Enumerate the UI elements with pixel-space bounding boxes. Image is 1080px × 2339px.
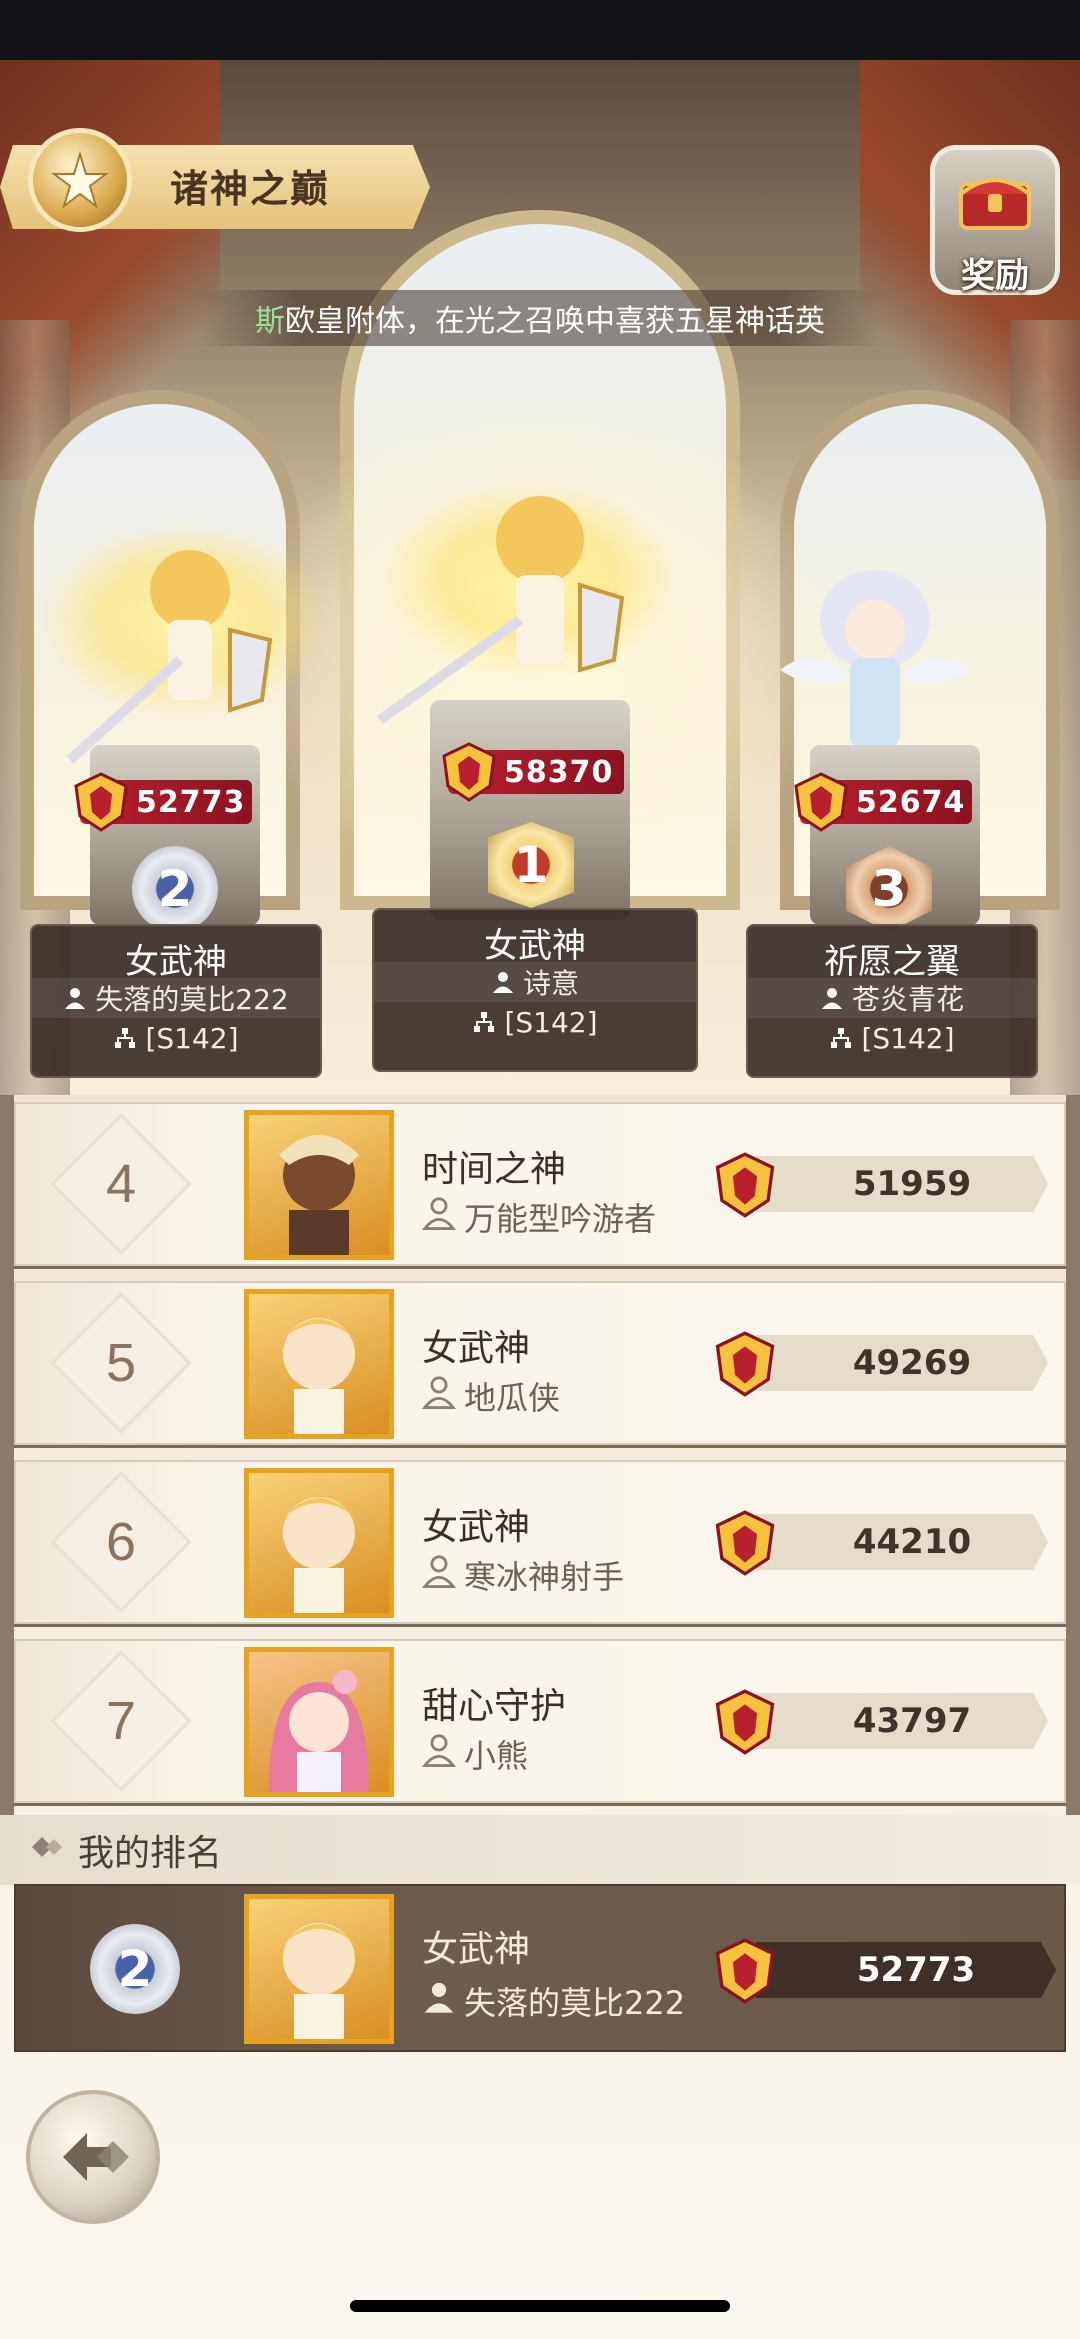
server-tag: [S142] bbox=[145, 1021, 239, 1055]
power-value: 58370 bbox=[504, 754, 614, 790]
rank-number: 4 bbox=[105, 1154, 137, 1214]
combat-power-icon bbox=[715, 1938, 775, 2004]
power-tag-rank3: 52674 bbox=[794, 772, 972, 832]
back-arrow-icon bbox=[63, 2133, 129, 2181]
diamond-arrow-icon bbox=[24, 1830, 64, 1871]
power-value: 43797 bbox=[852, 1701, 972, 1741]
combat-power-icon bbox=[715, 1689, 775, 1755]
player-name: 失落的莫比222 bbox=[95, 983, 289, 1016]
user-icon bbox=[491, 970, 515, 994]
server-tag: [S142] bbox=[504, 1005, 598, 1039]
rank-medal-1: 1 bbox=[488, 822, 574, 908]
power-value: 52674 bbox=[856, 784, 966, 820]
podium-card-rank2[interactable]: 女武神 失落的莫比222 [S142] bbox=[30, 924, 322, 1078]
rank-medal-2: 2 bbox=[132, 846, 218, 932]
combat-power-icon bbox=[715, 1331, 775, 1397]
hero-portrait[interactable] bbox=[244, 1468, 394, 1618]
reward-label: 奖励 bbox=[961, 256, 1029, 296]
power-value: 52773 bbox=[136, 784, 246, 820]
hero-portrait[interactable] bbox=[244, 1289, 394, 1439]
user-icon bbox=[421, 1733, 457, 1775]
rank-medal-2: 2 bbox=[90, 1924, 180, 2014]
rank-number: 6 bbox=[105, 1512, 137, 1572]
podium-card-rank1[interactable]: 女武神 诗意 [S142] bbox=[372, 908, 698, 1072]
hero-name: 甜心守护 bbox=[422, 1686, 567, 1727]
announcement-marquee: 斯欧皇附体，在光之召唤中喜获五星神话英 bbox=[200, 290, 880, 346]
crown-emblem-icon bbox=[28, 128, 132, 232]
power-tag-rank2: 52773 bbox=[74, 772, 252, 832]
power-bar: 51959 bbox=[756, 1156, 1048, 1212]
page-title: 诸神之巅 bbox=[170, 167, 331, 211]
announcement-text: 欧皇附体，在光之召唤中喜获五星神话英 bbox=[285, 304, 825, 339]
power-bar: 52773 bbox=[756, 1942, 1056, 1998]
user-icon bbox=[421, 1196, 457, 1238]
hero-name: 女武神 bbox=[125, 942, 227, 982]
user-icon bbox=[63, 986, 87, 1010]
hero-portrait[interactable] bbox=[244, 1110, 394, 1260]
rank-number: 7 bbox=[105, 1691, 137, 1751]
player-name: 小熊 bbox=[464, 1737, 529, 1775]
treasure-chest-icon bbox=[959, 178, 1031, 230]
back-button[interactable] bbox=[26, 2090, 160, 2224]
power-value: 49269 bbox=[852, 1343, 972, 1383]
hero-portrait[interactable] bbox=[244, 1647, 394, 1797]
power-value: 52773 bbox=[856, 1950, 976, 1990]
player-name: 失落的莫比222 bbox=[464, 1984, 686, 2022]
hero-name: 女武神 bbox=[422, 1507, 531, 1548]
power-bar: 43797 bbox=[756, 1693, 1048, 1749]
server-icon bbox=[829, 1026, 853, 1050]
combat-power-icon bbox=[794, 772, 848, 832]
ranking-row[interactable]: 4 时间之神 万能型吟游者 51959 bbox=[14, 1102, 1066, 1266]
announcement-highlight: 斯 bbox=[255, 304, 285, 339]
rank-number: 5 bbox=[105, 1333, 137, 1393]
player-name: 诗意 bbox=[522, 967, 579, 1000]
user-icon bbox=[421, 1375, 457, 1417]
list-frame-right bbox=[1066, 1095, 1080, 1815]
combat-power-icon bbox=[442, 742, 496, 802]
hero-name: 女武神 bbox=[484, 926, 586, 966]
combat-power-icon bbox=[715, 1510, 775, 1576]
power-value: 51959 bbox=[852, 1164, 972, 1204]
my-rank-row[interactable]: 2 女武神 失落的莫比222 52773 bbox=[14, 1884, 1066, 2052]
hero-name: 祈愿之翼 bbox=[824, 942, 960, 982]
hero-name: 女武神 bbox=[422, 1929, 531, 1970]
combat-power-icon bbox=[715, 1152, 775, 1218]
hero-sprite-rank3[interactable] bbox=[750, 560, 1000, 770]
hero-name: 女武神 bbox=[422, 1328, 531, 1369]
power-value: 44210 bbox=[852, 1522, 972, 1562]
user-icon bbox=[422, 1980, 456, 2022]
hero-sprite-rank2[interactable] bbox=[40, 480, 330, 780]
ranking-row[interactable]: 6 女武神 寒冰神射手 44210 bbox=[14, 1460, 1066, 1624]
home-indicator[interactable] bbox=[350, 2300, 730, 2312]
server-tag: [S142] bbox=[861, 1021, 955, 1055]
combat-power-icon bbox=[74, 772, 128, 832]
user-icon bbox=[421, 1554, 457, 1596]
my-rank-header: 我的排名 bbox=[0, 1815, 1080, 1885]
power-bar: 44210 bbox=[756, 1514, 1048, 1570]
server-icon bbox=[472, 1010, 496, 1034]
user-icon bbox=[820, 986, 844, 1010]
hero-portrait[interactable] bbox=[244, 1894, 394, 2044]
podium-card-rank3[interactable]: 祈愿之翼 苍炎青花 [S142] bbox=[746, 924, 1038, 1078]
ranking-row[interactable]: 5 女武神 地瓜侠 49269 bbox=[14, 1281, 1066, 1445]
my-rank-label: 我的排名 bbox=[78, 1833, 223, 1874]
player-name: 地瓜侠 bbox=[464, 1379, 561, 1417]
ranking-row[interactable]: 7 甜心守护 小熊 43797 bbox=[14, 1639, 1066, 1803]
status-bar bbox=[0, 0, 1080, 60]
server-icon bbox=[113, 1026, 137, 1050]
list-frame-left bbox=[0, 1095, 14, 1815]
power-tag-rank1: 58370 bbox=[442, 742, 624, 802]
power-bar: 49269 bbox=[756, 1335, 1048, 1391]
player-name: 万能型吟游者 bbox=[464, 1200, 657, 1238]
player-name: 寒冰神射手 bbox=[464, 1558, 625, 1596]
player-name: 苍炎青花 bbox=[851, 983, 964, 1016]
hero-name: 时间之神 bbox=[422, 1149, 567, 1190]
